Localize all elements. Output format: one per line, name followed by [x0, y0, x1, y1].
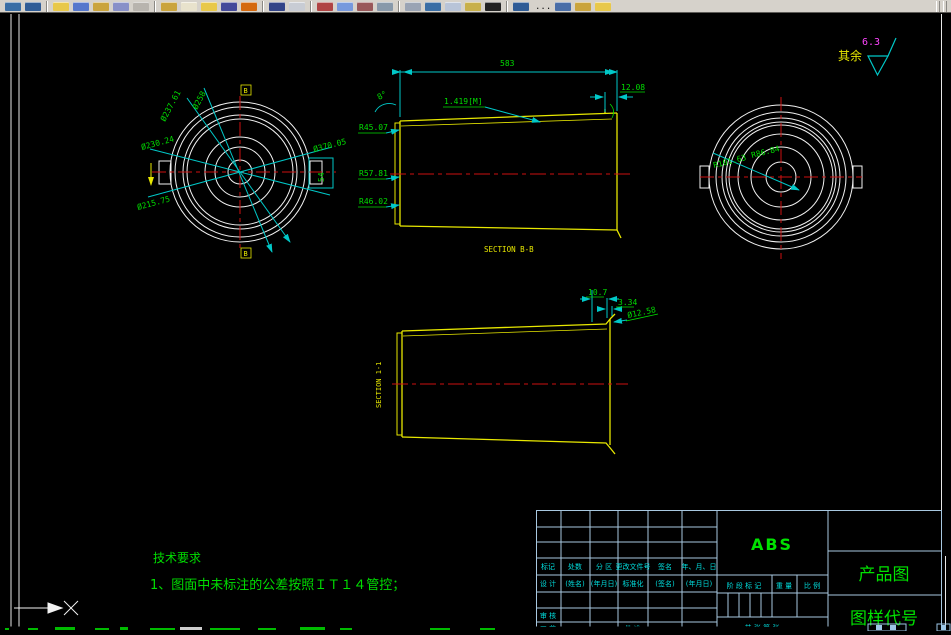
- tb-cell: 标准化: [623, 579, 644, 588]
- toolbar-button[interactable]: [425, 2, 441, 11]
- tb-cell: 设 计: [540, 579, 556, 588]
- tb-cell: (签名): [655, 579, 675, 588]
- surface-note-label: 其余: [838, 48, 862, 63]
- left-end-view: Ø237.61 Ø258 Ø230.24 Ø215.75 Ø370.05 54 …: [136, 84, 347, 259]
- sheet-frame: [10, 14, 946, 631]
- toolbar-drag-grip[interactable]: [933, 1, 947, 12]
- toolbar-button[interactable]: [289, 2, 305, 11]
- centerlines: [700, 97, 862, 259]
- right-end-view: R86.84 R101.63: [699, 97, 863, 259]
- toolbar-button[interactable]: [241, 2, 257, 11]
- drawing-canvas[interactable]: 其余 6.3 Ø237.61 Ø258 Ø230.24 Ø215.75 Ø370…: [0, 13, 951, 633]
- toolbar-button[interactable]: [555, 2, 572, 11]
- surface-roughness-value: 6.3: [862, 37, 880, 48]
- toolbar-button[interactable]: [53, 2, 69, 11]
- dim-label: 583: [500, 59, 515, 68]
- toolbar-separator: [506, 1, 508, 12]
- tb-cell: (年月日): [686, 579, 713, 588]
- tb-cell: (姓名): [565, 579, 585, 588]
- tb-material: ABS: [751, 535, 793, 554]
- top-section-view: 583 12.08 1.419[M] 8° R45.07 R57.81 R46.…: [358, 59, 645, 254]
- dim-label: Ø230.24: [140, 133, 175, 151]
- toolbar-separator: [398, 1, 400, 12]
- toolbar-button[interactable]: [113, 2, 129, 11]
- toolbar-button[interactable]: [485, 2, 501, 11]
- toolbar-button[interactable]: [465, 2, 481, 11]
- toolbar-button[interactable]: [269, 2, 285, 11]
- dim-label: 12.08: [621, 83, 645, 92]
- toolbar: ...: [0, 0, 951, 13]
- toolbar-button[interactable]: [25, 2, 41, 11]
- section-label: SECTION 1-1: [375, 362, 383, 408]
- notes-title: 技术要求: [153, 551, 201, 565]
- toolbar-separator: [310, 1, 312, 12]
- dim-label: 54: [317, 172, 326, 182]
- section-marker-label: B: [244, 87, 248, 95]
- dim-label: Ø215.75: [136, 193, 171, 211]
- surface-roughness-note: 其余 6.3: [838, 37, 897, 77]
- section-marker-label: B: [244, 250, 248, 258]
- toolbar-button[interactable]: [181, 2, 197, 11]
- tb-cell: 审 核: [540, 611, 556, 620]
- tb-stage-label: 阶 段 标 记: [727, 581, 762, 590]
- angle-label: 8°: [376, 89, 389, 101]
- toolbar-button[interactable]: [221, 2, 237, 11]
- toolbar-button[interactable]: [445, 2, 461, 11]
- tb-weight-label: 重 量: [776, 582, 792, 590]
- toolbar-button[interactable]: [357, 2, 373, 11]
- surface-finish-icon: [867, 55, 890, 77]
- toolbar-separator: [154, 1, 156, 12]
- section-caption: SECTION B-B: [484, 245, 534, 254]
- dim-label: R57.81: [359, 169, 388, 178]
- toolbar-button[interactable]: [317, 2, 333, 11]
- tb-header: 签名: [658, 562, 672, 571]
- tb-header: 分 区: [596, 562, 612, 571]
- dim-step: [590, 92, 633, 112]
- taper-label: 1.419[M]: [444, 97, 483, 106]
- application-window: ... 其余 6.3 Ø237.61 Ø258 Ø230.24 Ø215.75 …: [0, 0, 951, 633]
- toolbar-button[interactable]: [377, 2, 393, 11]
- bottom-section-view: SECTION 1-1 10.7 3.34 Ø12.58: [375, 288, 659, 455]
- toolbar-button[interactable]: [405, 2, 421, 11]
- tb-drawing-code: 图样代号: [850, 609, 918, 629]
- commandline-strip: [0, 623, 951, 632]
- toolbar-button[interactable]: [93, 2, 109, 11]
- tb-scale-label: 比 例: [804, 581, 820, 590]
- dim-label: R86.84: [750, 144, 780, 160]
- toolbar-overflow-label: ...: [535, 2, 552, 12]
- technical-notes: 技术要求 1、图面中未标注的公差按照ＩＴ１４管控；: [150, 551, 405, 593]
- tb-product-name: 产品图: [859, 565, 910, 585]
- toolbar-button[interactable]: [337, 2, 353, 11]
- toolbar-button[interactable]: [73, 2, 89, 11]
- toolbar-button[interactable]: [5, 2, 21, 11]
- crosshair-cursor: [63, 600, 79, 616]
- toolbar-button[interactable]: [161, 2, 177, 11]
- tb-header: 更改文件号: [616, 562, 651, 571]
- tb-cell: (年月日): [591, 579, 618, 588]
- tb-header: 标记: [541, 562, 555, 571]
- dim-label: R45.07: [359, 123, 388, 132]
- tb-header: 年、月、日: [682, 562, 717, 571]
- title-block: 标记 处数 分 区 更改文件号 签名 年、月、日 设 计 (姓名) (年月日) …: [536, 510, 942, 633]
- dim-label: R46.02: [359, 197, 388, 206]
- toolbar-button[interactable]: [201, 2, 217, 11]
- dim-label: 3.34: [618, 298, 637, 307]
- toolbar-separator: [46, 1, 48, 12]
- toolbar-button[interactable]: [575, 2, 592, 11]
- toolbar-button[interactable]: [513, 2, 529, 11]
- toolbar-button[interactable]: [133, 2, 149, 11]
- tb-header: 处数: [568, 562, 582, 571]
- ucs-icon: [14, 602, 64, 614]
- dim-583: [392, 69, 618, 117]
- dim-label: Ø370.05: [312, 136, 347, 154]
- notes-line-1: 1、图面中未标注的公差按照ＩＴ１４管控；: [150, 577, 405, 593]
- dim-label: Ø237.61: [158, 88, 183, 123]
- dim-label: Ø258: [190, 89, 208, 111]
- toolbar-button[interactable]: [595, 2, 612, 11]
- dim-label: 10.7: [588, 288, 607, 297]
- toolbar-separator: [262, 1, 264, 12]
